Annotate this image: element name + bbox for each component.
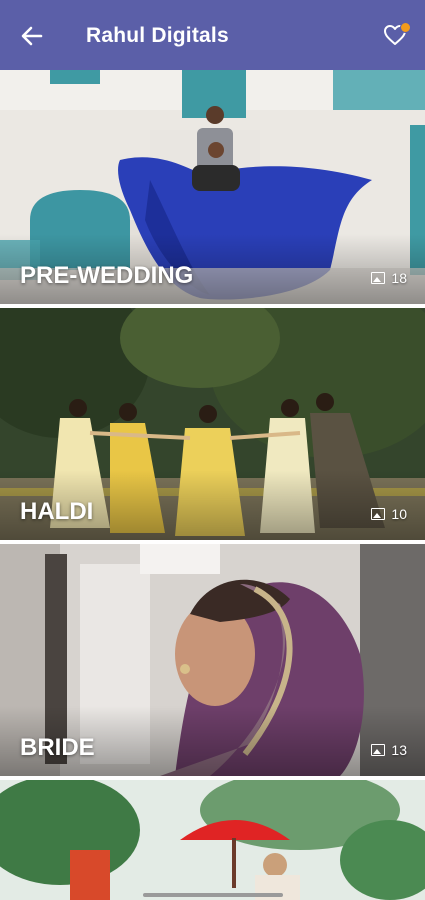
album-card-pre-wedding[interactable]: PRE-WEDDING 18 <box>0 70 425 304</box>
photo-count: 18 <box>371 270 407 286</box>
arrow-left-icon <box>21 26 43 46</box>
photo-count-value: 13 <box>391 742 407 758</box>
album-card-partial[interactable] <box>0 780 425 900</box>
album-card-bride[interactable]: BRIDE 13 <box>0 544 425 776</box>
photo-count: 10 <box>371 506 407 522</box>
home-indicator[interactable] <box>143 893 283 897</box>
album-cover-image <box>0 780 425 900</box>
photo-count: 13 <box>371 742 407 758</box>
photo-count-value: 10 <box>391 506 407 522</box>
image-icon <box>371 744 386 756</box>
app-screen: Rahul Digitals PRE-WEDDING 18 HALDI 10 B… <box>0 0 425 900</box>
page-title: Rahul Digitals <box>86 24 229 47</box>
album-title: HALDI <box>20 498 94 525</box>
back-button[interactable] <box>18 22 46 50</box>
album-title: BRIDE <box>20 734 95 761</box>
favorites-button[interactable] <box>383 22 411 50</box>
notification-badge <box>400 22 411 33</box>
album-title: PRE-WEDDING <box>20 262 194 289</box>
app-bar: Rahul Digitals <box>0 0 425 70</box>
photo-count-value: 18 <box>391 270 407 286</box>
image-icon <box>371 508 386 520</box>
album-card-haldi[interactable]: HALDI 10 <box>0 308 425 540</box>
image-icon <box>371 272 386 284</box>
